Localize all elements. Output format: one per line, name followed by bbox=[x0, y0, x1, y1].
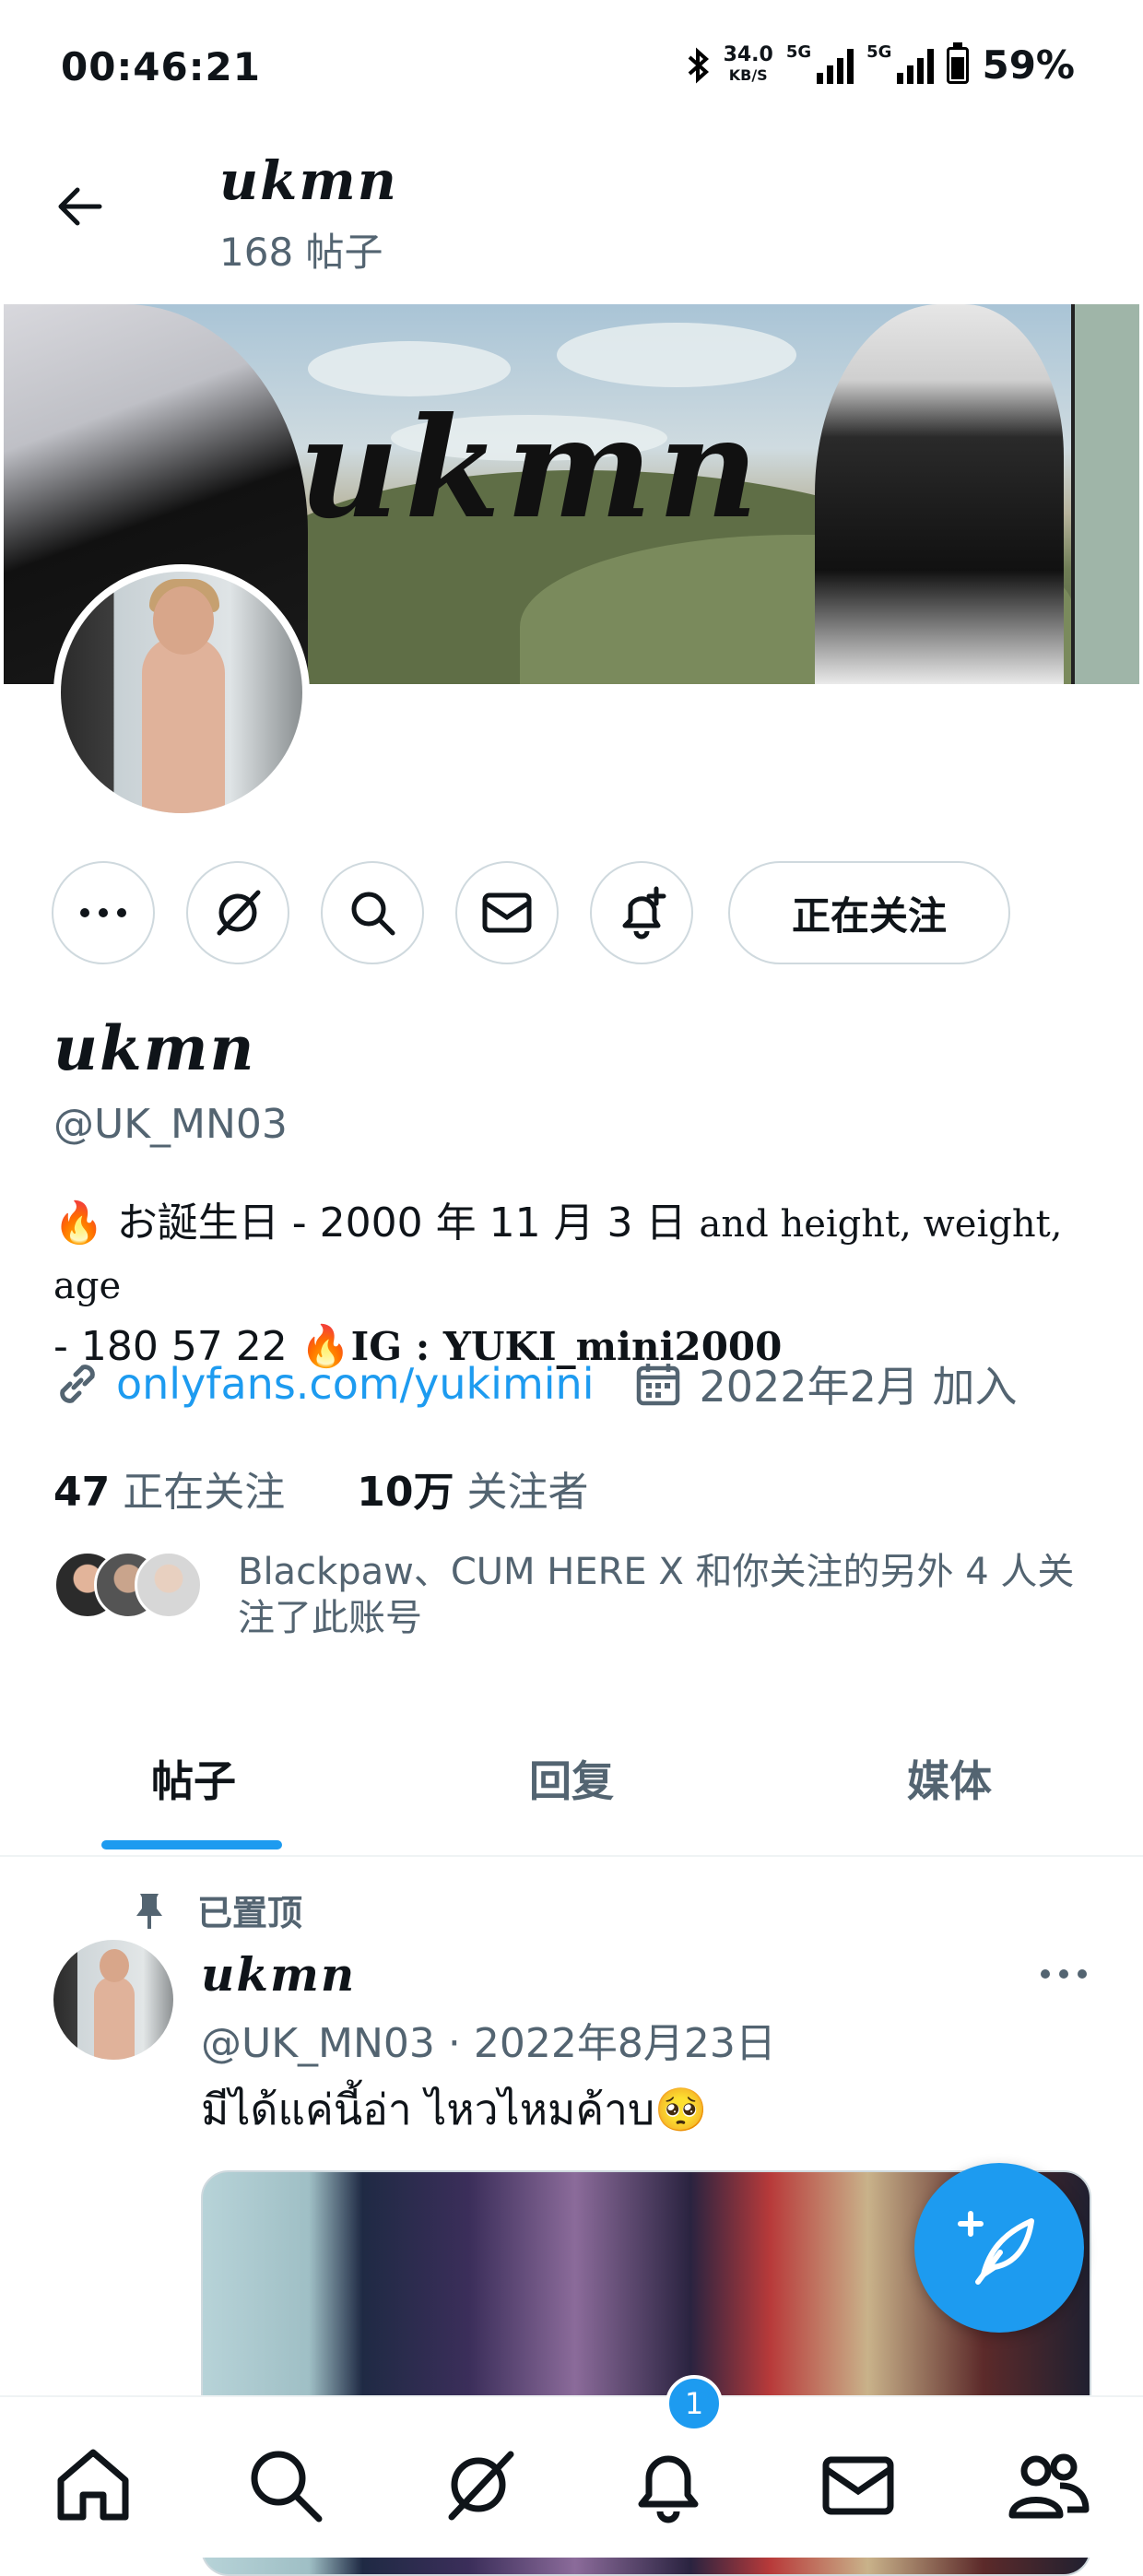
tab-indicator bbox=[101, 1840, 282, 1849]
search-icon[interactable] bbox=[243, 2443, 326, 2526]
search-icon bbox=[351, 892, 395, 936]
grok-icon bbox=[217, 890, 261, 936]
calendar-icon bbox=[636, 1364, 679, 1406]
profile-avatar[interactable] bbox=[53, 564, 310, 821]
search-profile-button[interactable] bbox=[321, 861, 424, 964]
net-speed: 34.0 KB/S bbox=[723, 42, 773, 86]
following-label: 正在关注 bbox=[110, 1469, 286, 1516]
notify-button[interactable] bbox=[590, 861, 693, 964]
followers-count: 10万 bbox=[357, 1469, 454, 1516]
profile-handle: @UK_MN03 bbox=[53, 1101, 288, 1148]
post-more-icon[interactable] bbox=[1038, 1960, 1090, 1988]
signal-icon-2 bbox=[897, 47, 935, 84]
profile-bio: 🔥 お誕生日 - 2000 年 11 月 3 日 and height, wei… bbox=[53, 1193, 1095, 1377]
followers-count-link[interactable]: 10万 关注者 bbox=[357, 1469, 588, 1516]
banner-character-right bbox=[815, 304, 1064, 684]
follower-avatar bbox=[135, 1551, 203, 1619]
status-time: 00:46:21 bbox=[61, 44, 261, 89]
net-speed-unit: KB/S bbox=[728, 65, 768, 84]
post-author-avatar[interactable] bbox=[53, 1940, 173, 2060]
notifications-icon[interactable] bbox=[627, 2443, 710, 2526]
following-button[interactable]: 正在关注 bbox=[728, 861, 1010, 964]
pinned-label: 已置顶 bbox=[197, 1893, 303, 1933]
grok-button[interactable] bbox=[186, 861, 289, 964]
following-count: 47 bbox=[53, 1469, 111, 1516]
tab-media[interactable]: 媒体 bbox=[811, 1748, 1088, 1809]
post-meta: @UK_MN03 · 2022年8月23日 bbox=[201, 2020, 776, 2067]
network-type-1: 5G bbox=[785, 42, 812, 62]
banner-title: ukmn bbox=[299, 387, 764, 549]
bluetooth-icon bbox=[688, 47, 709, 83]
signal-icon bbox=[817, 47, 854, 84]
link-icon bbox=[60, 1365, 95, 1403]
bottom-nav bbox=[0, 2395, 1143, 2558]
mail-icon bbox=[482, 892, 532, 933]
communities-icon[interactable] bbox=[1007, 2443, 1090, 2526]
bio-fire-emoji: 🔥 bbox=[53, 1199, 104, 1247]
post-author-name[interactable]: ukmn bbox=[201, 1947, 356, 2002]
header-posts-count: 168 帖子 bbox=[219, 230, 383, 275]
net-speed-value: 34.0 bbox=[723, 42, 773, 66]
tab-posts[interactable]: 帖子 bbox=[55, 1748, 332, 1809]
following-count-link[interactable]: 47 正在关注 bbox=[53, 1469, 285, 1516]
display-name: ukmn bbox=[53, 1012, 256, 1084]
joined-date: 2022年2月 加入 bbox=[699, 1362, 1018, 1412]
bell-plus-icon bbox=[622, 886, 666, 939]
more-button[interactable] bbox=[52, 861, 155, 964]
back-arrow-icon[interactable] bbox=[53, 181, 105, 232]
battery-icon bbox=[947, 41, 970, 84]
profile-link[interactable]: onlyfans.com/yukimini bbox=[116, 1359, 595, 1409]
post-text: มีได้แค่นี้อ่า ไหวไหมค้าบ🥺 bbox=[201, 2085, 708, 2134]
followed-by-text[interactable]: Blackpaw、CUM HERE X 和你关注的另外 4 人关注了此账号 bbox=[238, 1549, 1095, 1641]
message-button[interactable] bbox=[455, 861, 559, 964]
mail-icon[interactable] bbox=[817, 2443, 900, 2526]
compose-button[interactable] bbox=[914, 2163, 1084, 2333]
notifications-badge: 1 bbox=[666, 2375, 723, 2432]
followed-by-avatars[interactable] bbox=[53, 1551, 203, 1619]
profile-meta: onlyfans.com/yukimini 2022年2月 加入 bbox=[53, 1353, 1017, 1414]
network-type-2: 5G bbox=[866, 42, 892, 62]
header-title: ukmn bbox=[219, 149, 398, 212]
pin-icon bbox=[136, 1893, 162, 1929]
tab-replies[interactable]: 回复 bbox=[433, 1748, 710, 1809]
status-icons: 34.0 KB/S 5G 5G 59% bbox=[687, 41, 1075, 88]
bio-birthday: お誕生日 - 2000 年 11 月 3 日 bbox=[103, 1199, 700, 1247]
tabs-divider bbox=[0, 1855, 1143, 1857]
home-icon[interactable] bbox=[52, 2443, 135, 2526]
more-icon bbox=[80, 908, 126, 917]
follow-counts: 47 正在关注 10万 关注者 bbox=[53, 1459, 588, 1518]
compose-icon bbox=[958, 2211, 1034, 2285]
battery-percent: 59% bbox=[982, 42, 1075, 88]
grok-icon[interactable] bbox=[437, 2443, 520, 2526]
followers-label: 关注者 bbox=[454, 1469, 589, 1516]
pinned-indicator: 已置顶 bbox=[129, 1885, 302, 1935]
